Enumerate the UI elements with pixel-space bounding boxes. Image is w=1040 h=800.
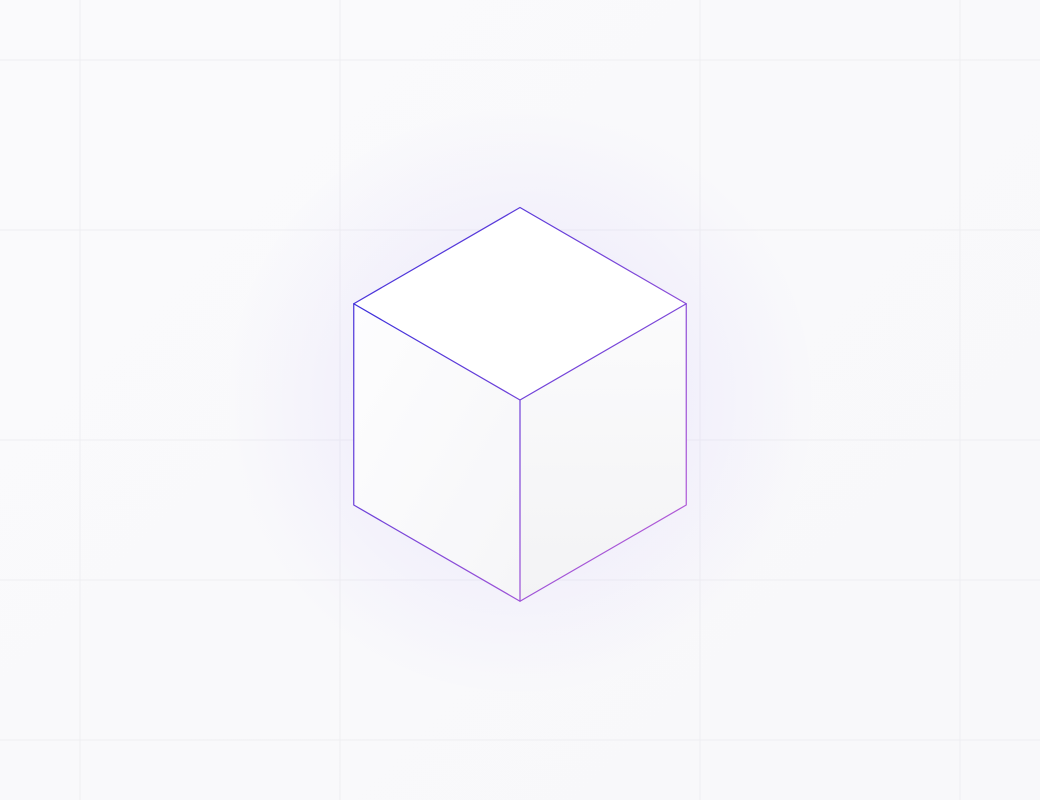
- isometric-cube: [310, 190, 730, 610]
- diagram-canvas: [0, 0, 1040, 800]
- cube-icon: [310, 190, 730, 610]
